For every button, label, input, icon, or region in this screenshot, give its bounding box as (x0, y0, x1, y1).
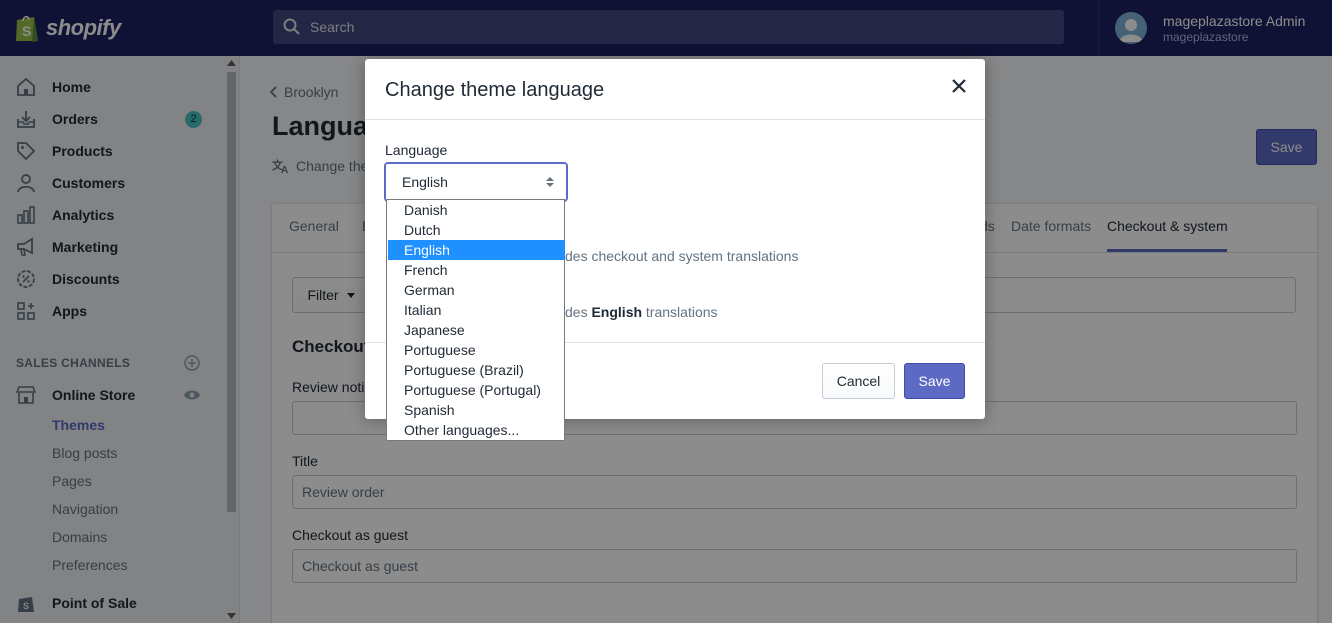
option-portuguese-brazil[interactable]: Portuguese (Brazil) (388, 360, 565, 380)
option-portuguese-portugal[interactable]: Portuguese (Portugal) (388, 380, 565, 400)
modal-title: Change theme language (385, 79, 605, 101)
option-french[interactable]: French (388, 260, 565, 280)
option-other-languages[interactable]: Other languages... (388, 420, 565, 440)
language-dropdown: Danish Dutch English French German Itali… (386, 199, 565, 441)
modal-header: Change theme language (365, 59, 985, 120)
info-text-2: des English translations (565, 304, 718, 320)
info-text-2-bold: English (591, 304, 643, 320)
cancel-button[interactable]: Cancel (822, 363, 895, 399)
option-spanish[interactable]: Spanish (388, 400, 565, 420)
option-german[interactable]: German (388, 280, 565, 300)
language-select-value: English (402, 174, 448, 190)
option-dutch[interactable]: Dutch (388, 220, 565, 240)
modal-save-button[interactable]: Save (904, 363, 965, 399)
option-italian[interactable]: Italian (388, 300, 565, 320)
option-danish[interactable]: Danish (388, 200, 565, 220)
info-text-2-pre: des (565, 304, 592, 320)
language-label: Language (385, 142, 448, 158)
option-japanese[interactable]: Japanese (388, 320, 565, 340)
option-portuguese[interactable]: Portuguese (388, 340, 565, 360)
info-text-1: des checkout and system translations (565, 248, 799, 264)
close-icon[interactable] (949, 76, 969, 96)
option-english[interactable]: English (388, 240, 565, 260)
select-arrows-icon (546, 177, 554, 187)
info-text-2-post: translations (642, 304, 718, 320)
language-select[interactable]: English (385, 163, 567, 201)
